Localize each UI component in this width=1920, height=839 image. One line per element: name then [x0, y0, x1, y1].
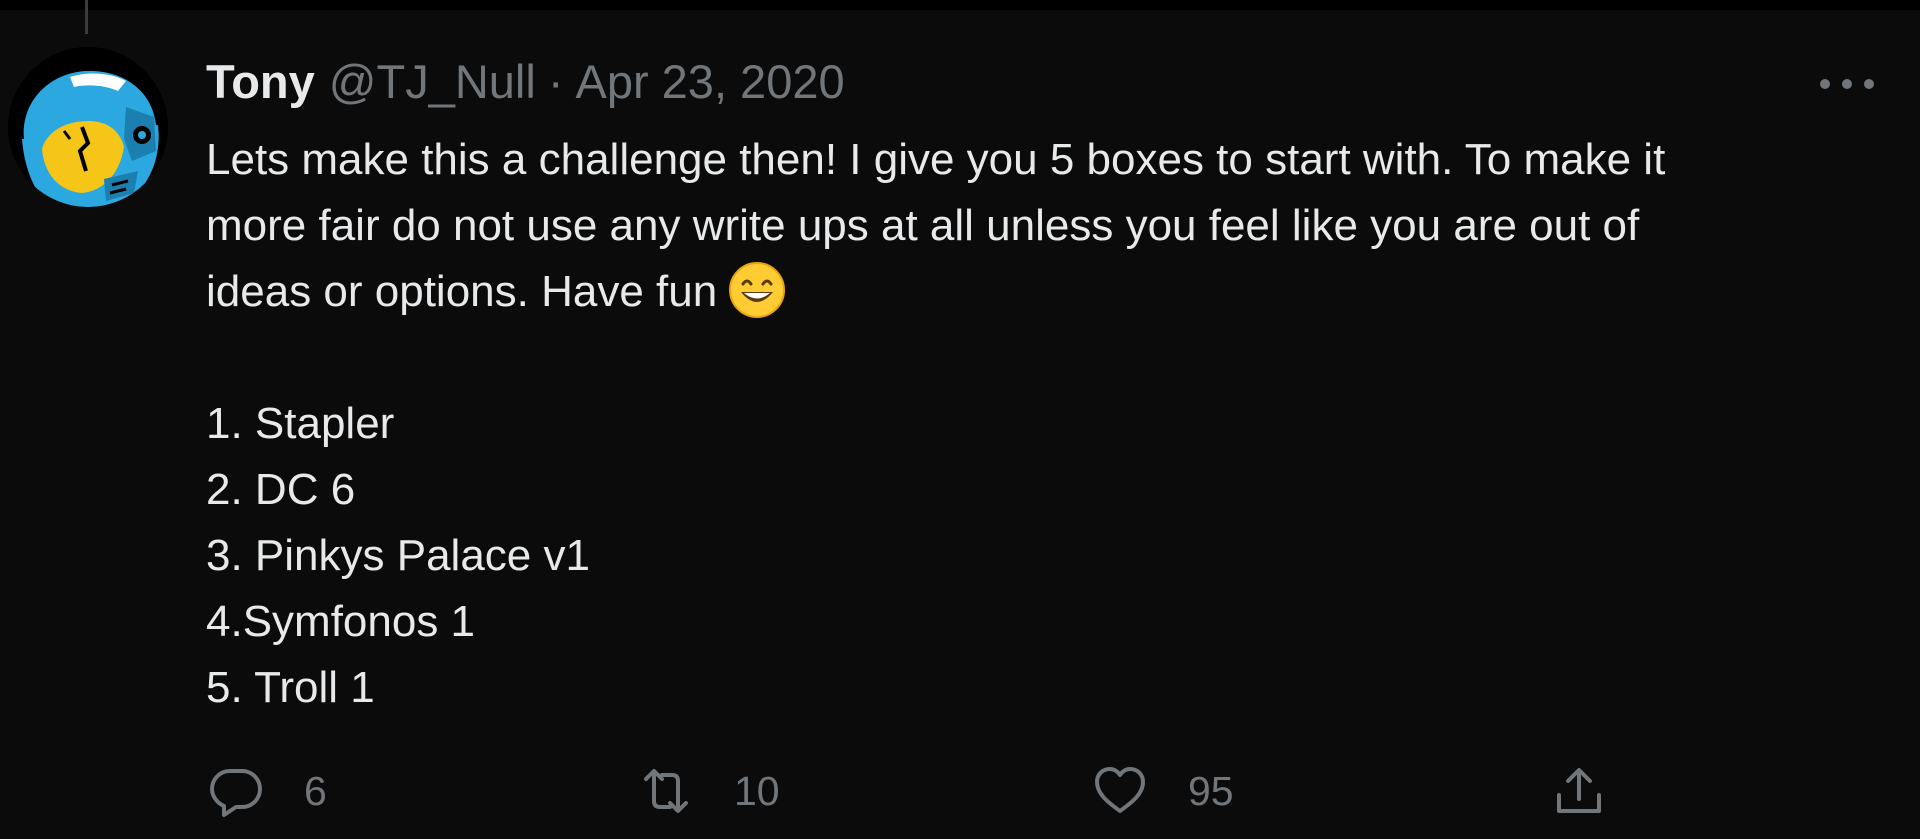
reply-button[interactable]: 6 — [208, 756, 327, 826]
list-item: 2. DC 6 — [206, 465, 356, 514]
share-icon — [1557, 768, 1601, 813]
more-dot — [1820, 79, 1830, 89]
reply-count: 6 — [304, 767, 327, 814]
like-button[interactable]: 95 — [1092, 756, 1234, 826]
avatar[interactable] — [8, 47, 168, 207]
more-options-icon[interactable] — [1820, 70, 1874, 98]
list-item: 5. Troll 1 — [206, 663, 375, 712]
tweet-line: ideas or options. Have fun — [206, 259, 1866, 325]
box-list: 1. Stapler 2. DC 6 3. Pinkys Palace v1 4… — [206, 391, 1866, 721]
tweet-line-text: ideas or options. Have fun — [206, 267, 718, 316]
tweet-line: Lets make this a challenge then! I give … — [206, 135, 1666, 184]
heart-icon — [1095, 767, 1145, 813]
helmet-avatar-icon — [8, 47, 168, 207]
tweet-text: Lets make this a challenge then! I give … — [206, 127, 1866, 721]
retweet-count: 10 — [734, 767, 780, 814]
list-item: 1. Stapler — [206, 399, 395, 448]
share-button[interactable] — [1551, 756, 1607, 826]
tweet-header: Tony @TJ_Null · Apr 23, 2020 — [206, 54, 845, 112]
tweet-actions: 6 10 95 — [0, 756, 1920, 826]
header-separator: · — [547, 55, 564, 108]
like-count: 95 — [1188, 767, 1234, 814]
author-name[interactable]: Tony — [206, 54, 315, 109]
list-item: 4.Symfonos 1 — [206, 597, 476, 646]
tweet-paragraph: Lets make this a challenge then! I give … — [206, 127, 1866, 325]
author-handle[interactable]: @TJ_Null — [329, 54, 536, 109]
thread-connector-line — [85, 0, 88, 34]
tweet-line: more fair do not use any write ups at al… — [206, 201, 1640, 250]
grinning-face-emoji-icon — [727, 260, 787, 320]
tweet-date[interactable]: Apr 23, 2020 — [575, 54, 844, 109]
top-border — [0, 0, 1920, 10]
list-item: 3. Pinkys Palace v1 — [206, 531, 590, 580]
reply-icon — [210, 769, 262, 817]
more-dot — [1864, 79, 1874, 89]
more-dot — [1842, 79, 1852, 89]
retweet-button[interactable]: 10 — [638, 756, 780, 826]
retweet-icon — [644, 769, 688, 813]
